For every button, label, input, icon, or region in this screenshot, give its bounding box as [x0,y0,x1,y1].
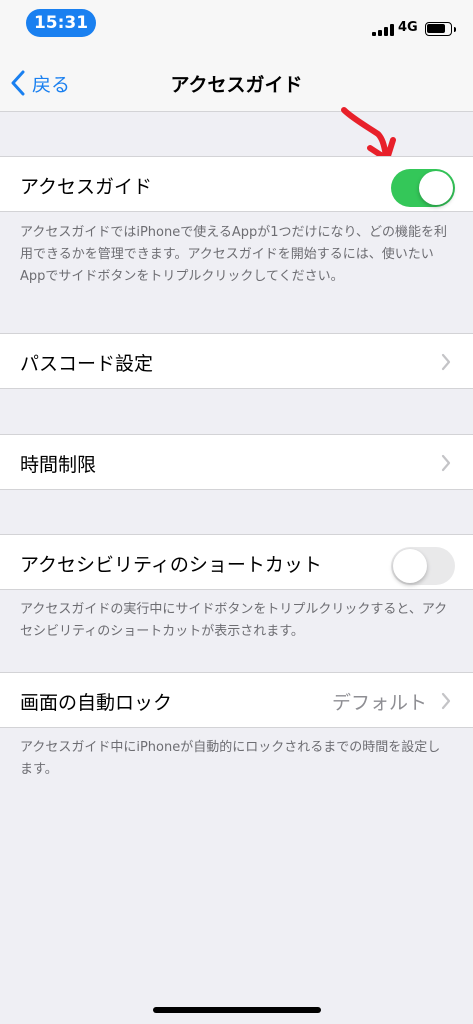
battery-icon [425,22,456,36]
cellular-signal-icon [372,24,394,36]
time-limits-cell[interactable]: 時間制限 [0,434,473,490]
passcode-settings-cell[interactable]: パスコード設定 [0,333,473,389]
navigation-bar: 戻る アクセスガイド [0,50,473,112]
page-title: アクセスガイド [170,74,303,96]
auto-lock-value: デフォルト [331,692,427,714]
accessibility-shortcut-footer: アクセスガイドの実行中にサイドボタンをトリプルクリックすると、アクセシビリティの… [20,602,448,639]
home-indicator[interactable] [153,1007,321,1013]
chevron-right-icon [441,454,451,472]
status-time: 15:31 [26,9,96,37]
toggle-knob [419,171,453,205]
network-type: 4G [398,20,418,35]
guided-access-footer: アクセスガイドではiPhoneで使えるAppが1つだけになり、どの機能を利用でき… [20,225,447,284]
passcode-settings-label: パスコード設定 [20,353,154,375]
accessibility-shortcut-toggle[interactable] [391,547,455,585]
guided-access-cell: アクセスガイド [0,156,473,212]
accessibility-shortcut-label: アクセシビリティのショートカット [20,554,322,576]
auto-lock-label: 画面の自動ロック [20,692,173,714]
chevron-right-icon [441,692,451,710]
auto-lock-footer: アクセスガイド中にiPhoneが自動的にロックされるまでの時間を設定します。 [20,740,441,777]
chevron-right-icon [441,353,451,371]
guided-access-toggle[interactable] [391,169,455,207]
toggle-knob [393,549,427,583]
auto-lock-cell[interactable]: 画面の自動ロック デフォルト [0,672,473,728]
time-limits-label: 時間制限 [20,454,97,476]
accessibility-shortcut-cell: アクセシビリティのショートカット [0,534,473,590]
guided-access-label: アクセスガイド [20,176,153,198]
status-bar: 15:31 4G [0,0,473,50]
